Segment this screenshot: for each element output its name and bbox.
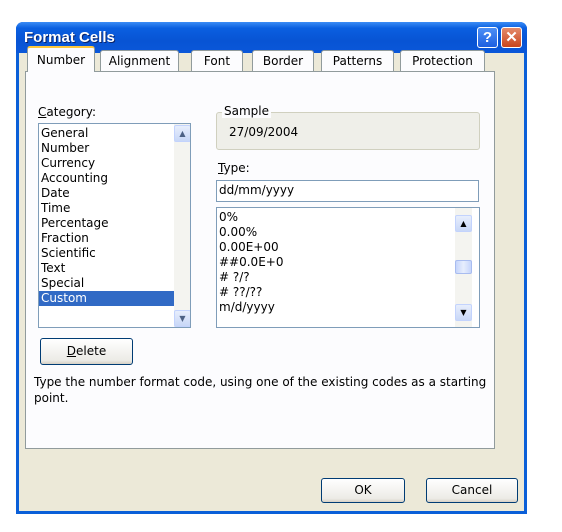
category-item[interactable]: Scientific bbox=[39, 246, 174, 261]
scroll-thumb[interactable] bbox=[455, 260, 472, 274]
tab-label: Protection bbox=[412, 54, 473, 68]
label-text: ype: bbox=[223, 161, 250, 175]
category-item[interactable]: Custom bbox=[39, 291, 174, 306]
scroll-up-button[interactable]: ▲ bbox=[455, 215, 472, 232]
down-arrow-icon: ▼ bbox=[179, 314, 186, 323]
type-input[interactable]: dd/mm/yyyy bbox=[216, 180, 479, 202]
help-button[interactable]: ? bbox=[477, 27, 498, 48]
up-arrow-icon: ▲ bbox=[460, 219, 467, 228]
category-item[interactable]: Accounting bbox=[39, 171, 174, 186]
scroll-up-button[interactable]: ▲ bbox=[174, 125, 190, 142]
category-item[interactable]: Text bbox=[39, 261, 174, 276]
window-title: Format Cells bbox=[24, 29, 115, 46]
accel-key: D bbox=[66, 344, 77, 358]
category-items: General Number Currency Accounting Date Time P… bbox=[39, 124, 190, 306]
close-button[interactable]: ✕ bbox=[501, 27, 522, 48]
label-text: ategory: bbox=[46, 105, 96, 119]
category-item[interactable]: Number bbox=[39, 141, 174, 156]
category-item[interactable]: Percentage bbox=[39, 216, 174, 231]
category-scrollbar[interactable]: ▲ ▼ bbox=[174, 124, 190, 327]
type-format-item[interactable]: 0% bbox=[217, 210, 453, 225]
type-format-item[interactable]: 0.00E+00 bbox=[217, 240, 453, 255]
button-text: elete bbox=[76, 344, 107, 358]
tab-number[interactable]: Number bbox=[27, 46, 95, 72]
category-item[interactable]: Fraction bbox=[39, 231, 174, 246]
type-label: Type: bbox=[218, 161, 250, 175]
tab-patterns[interactable]: Patterns bbox=[321, 50, 394, 71]
type-format-item[interactable]: ##0.0E+0 bbox=[217, 255, 453, 270]
tab-label: Font bbox=[203, 54, 231, 68]
type-format-items: 0% 0.00% 0.00E+00 ##0.0E+0 # ?/? # ??/?? m/d/y… bbox=[217, 208, 479, 315]
type-format-item[interactable]: # ??/?? bbox=[217, 285, 453, 300]
tab-alignment[interactable]: Alignment bbox=[100, 50, 179, 71]
cancel-button[interactable]: Cancel bbox=[426, 478, 518, 503]
category-item[interactable]: Time bbox=[39, 201, 174, 216]
up-arrow-icon: ▲ bbox=[179, 129, 186, 138]
description-text: Type the number format code, using one o… bbox=[34, 375, 487, 405]
down-arrow-icon: ▼ bbox=[460, 308, 467, 317]
category-item[interactable]: Currency bbox=[39, 156, 174, 171]
delete-button[interactable]: Delete bbox=[40, 338, 133, 365]
category-item[interactable]: Date bbox=[39, 186, 174, 201]
ok-button[interactable]: OK bbox=[321, 478, 405, 503]
type-scrollbar[interactable]: ▲ ▼ bbox=[455, 208, 472, 327]
type-format-item[interactable]: m/d/yyyy bbox=[217, 300, 453, 315]
tab-label: Alignment bbox=[108, 54, 171, 68]
tab-protection[interactable]: Protection bbox=[400, 50, 485, 71]
tab-label: Number bbox=[36, 53, 86, 67]
type-format-item[interactable]: 0.00% bbox=[217, 225, 453, 240]
scroll-down-button[interactable]: ▼ bbox=[455, 304, 472, 321]
type-format-list[interactable]: 0% 0.00% 0.00E+00 ##0.0E+0 # ?/? # ??/?? m/d/y… bbox=[216, 207, 480, 328]
category-item[interactable]: General bbox=[39, 126, 174, 141]
type-format-item[interactable]: # ?/? bbox=[217, 270, 453, 285]
tab-label: Patterns bbox=[332, 54, 383, 68]
category-label: Category: bbox=[38, 105, 96, 119]
sample-label: Sample bbox=[222, 104, 271, 118]
category-item[interactable]: Special bbox=[39, 276, 174, 291]
tab-border[interactable]: Border bbox=[252, 50, 314, 71]
tab-font[interactable]: Font bbox=[191, 50, 243, 71]
tab-label: Border bbox=[262, 54, 304, 68]
close-icon: ✕ bbox=[505, 29, 518, 46]
scroll-down-button[interactable]: ▼ bbox=[174, 310, 190, 327]
category-list[interactable]: General Number Currency Accounting Date Time P… bbox=[38, 123, 191, 328]
sample-value: 27/09/2004 bbox=[229, 125, 299, 139]
